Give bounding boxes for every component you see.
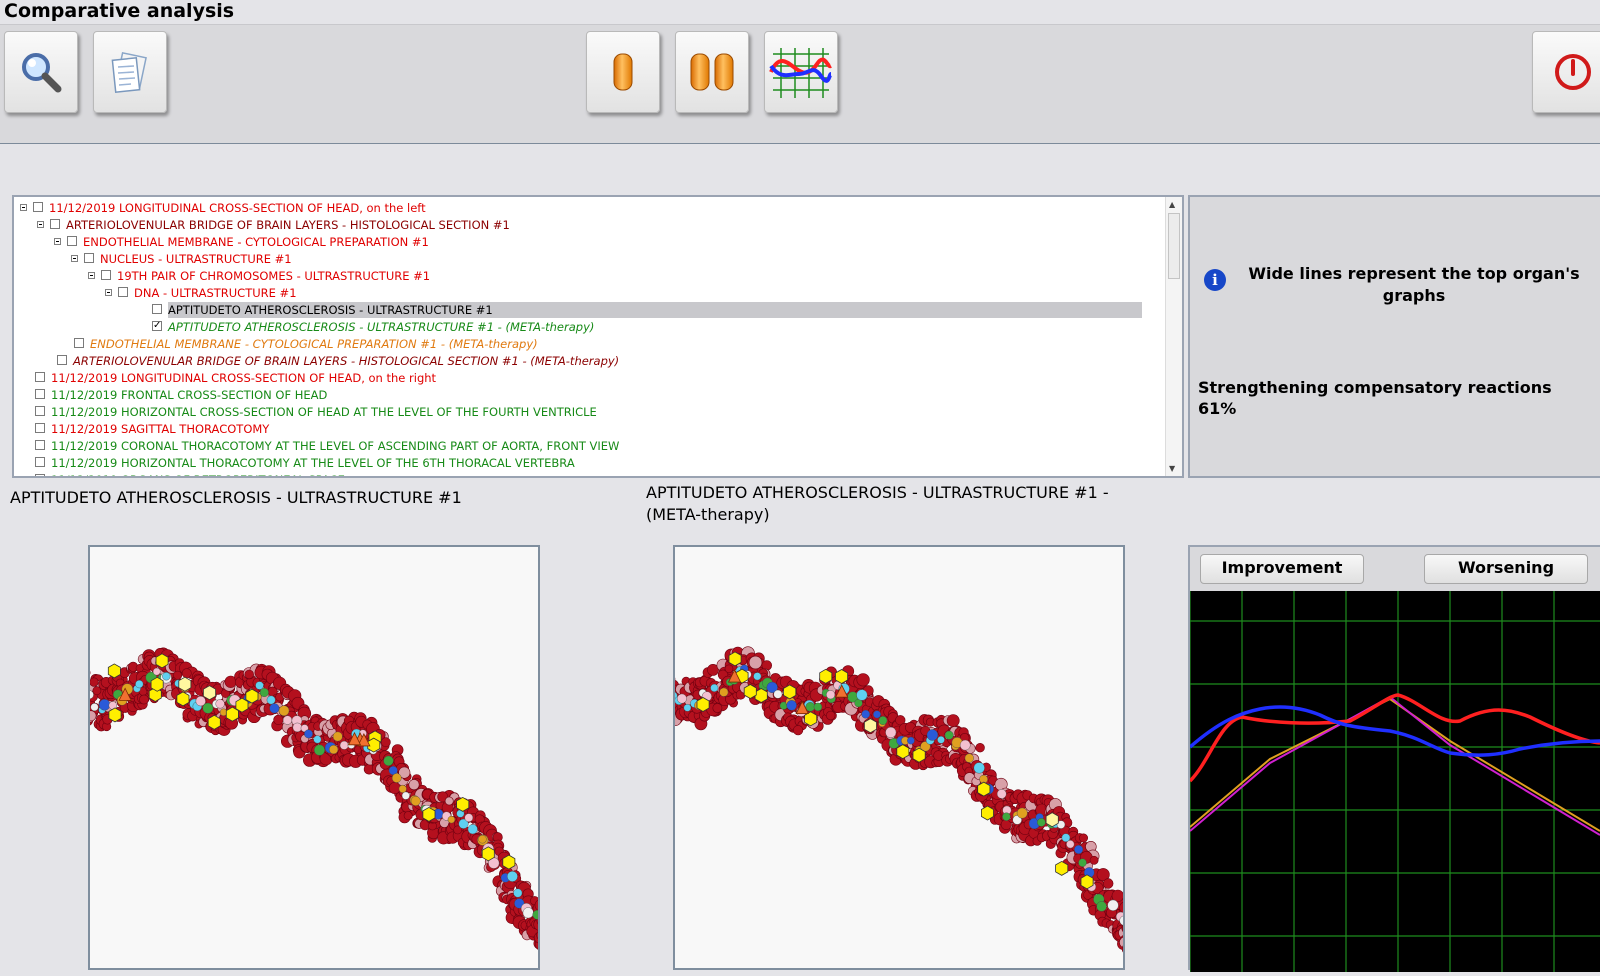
right-image-title: APTITUDETO ATHEROSCLEROSIS - ULTRASTRUCT… (646, 482, 1109, 526)
tree-checkbox[interactable] (35, 406, 45, 416)
status-percent: 61% (1198, 398, 1588, 419)
tree-row-label: NUCLEUS - ULTRASTRUCTURE #1 (100, 251, 292, 267)
tree-row[interactable]: 11/12/2019 ORGANS OF RETROPERITONEAL SPA… (14, 472, 1164, 478)
tree-row-label: ARTERIOLOVENULAR BRIDGE OF BRAIN LAYERS … (66, 217, 510, 233)
tree-row[interactable]: ENDOTHELIAL MEMBRANE - CYTOLOGICAL PREPA… (14, 234, 1164, 250)
tree-checkbox[interactable] (118, 287, 128, 297)
spectrum-graph (1190, 591, 1600, 972)
tree-checkbox[interactable] (35, 474, 45, 478)
tree-checkbox[interactable] (35, 457, 45, 467)
window-title: Comparative analysis (4, 0, 234, 22)
tree-checkbox[interactable] (35, 389, 45, 399)
scroll-thumb[interactable] (1168, 213, 1180, 279)
graph-icon (769, 44, 833, 100)
tree-row-label: 11/12/2019 ORGANS OF RETROPERITONEAL SPA… (51, 472, 345, 478)
tree-checkbox[interactable] (35, 372, 45, 382)
dna-ultrastructure-meta-image (675, 547, 1123, 968)
tree-checkbox[interactable] (67, 236, 77, 246)
tree-row[interactable]: 11/12/2019 CORONAL THORACOTOMY AT THE LE… (14, 438, 1164, 454)
tree-row[interactable]: ARTERIOLOVENULAR BRIDGE OF BRAIN LAYERS … (14, 353, 1164, 369)
tree-row-label: 19TH PAIR OF CHROMOSOMES - ULTRASTRUCTUR… (117, 268, 430, 284)
right-image-title-line2: (META-therapy) (646, 504, 1109, 526)
worsening-button[interactable]: Worsening (1424, 554, 1588, 584)
tree-row-label: 11/12/2019 LONGITUDINAL CROSS-SECTION OF… (49, 200, 426, 216)
info-icon: i (1204, 269, 1226, 291)
graph-button[interactable] (764, 31, 838, 113)
dual-capsule-icon (685, 47, 739, 97)
status-text: Strengthening compensatory reactions 61% (1198, 377, 1588, 419)
tree-row-label: ARTERIOLOVENULAR BRIDGE OF BRAIN LAYERS … (73, 353, 619, 369)
improvement-button[interactable]: Improvement (1200, 554, 1364, 584)
tree-checkbox[interactable] (74, 338, 84, 348)
tree-row-label: 11/12/2019 CORONAL THORACOTOMY AT THE LE… (51, 438, 619, 454)
single-capsule-icon (598, 47, 648, 97)
right-image-viewer[interactable] (673, 545, 1125, 970)
info-note: Wide lines represent the top organ's gra… (1240, 263, 1588, 307)
right-image-title-line1: APTITUDETO ATHEROSCLEROSIS - ULTRASTRUCT… (646, 482, 1109, 504)
tree-row[interactable]: 11/12/2019 FRONTAL CROSS-SECTION OF HEAD (14, 387, 1164, 403)
power-icon (1550, 49, 1596, 95)
tree-row[interactable]: APTITUDETO ATHEROSCLEROSIS - ULTRASTRUCT… (14, 302, 1164, 318)
tree-checkbox[interactable] (50, 219, 60, 229)
tree-checkbox[interactable] (35, 440, 45, 450)
tree-row-label: ENDOTHELIAL MEMBRANE - CYTOLOGICAL PREPA… (83, 234, 429, 250)
graph-series-red (1190, 695, 1600, 781)
tree-row[interactable]: 11/12/2019 LONGITUDINAL CROSS-SECTION OF… (14, 200, 1164, 216)
clipboard-button[interactable] (93, 31, 167, 113)
organ-tree[interactable]: 11/12/2019 LONGITUDINAL CROSS-SECTION OF… (12, 195, 1184, 478)
left-image-title: APTITUDETO ATHEROSCLEROSIS - ULTRASTRUCT… (10, 487, 462, 509)
tree-checkbox[interactable] (152, 321, 162, 331)
tree-row[interactable]: ENDOTHELIAL MEMBRANE - CYTOLOGICAL PREPA… (14, 336, 1164, 352)
tree-checkbox[interactable] (33, 202, 43, 212)
tree-row[interactable]: 11/12/2019 SAGITTAL THORACOTOMY (14, 421, 1164, 437)
left-image-viewer[interactable] (88, 545, 540, 970)
title-bar: Comparative analysis (0, 0, 1600, 25)
tree-row[interactable]: DNA - ULTRASTRUCTURE #1 (14, 285, 1164, 301)
graph-panel: Improvement Worsening (1188, 545, 1600, 970)
exit-button[interactable] (1532, 31, 1600, 113)
tree-row[interactable]: 11/12/2019 HORIZONTAL THORACOTOMY AT THE… (14, 455, 1164, 471)
search-button[interactable] (4, 31, 78, 113)
tree-row-label: 11/12/2019 HORIZONTAL THORACOTOMY AT THE… (51, 455, 575, 471)
single-view-button[interactable] (586, 31, 660, 113)
scroll-up-arrow[interactable]: ▲ (1169, 200, 1175, 209)
tree-scrollbar[interactable]: ▲ ▼ (1165, 197, 1182, 476)
tree-row[interactable]: 11/12/2019 HORIZONTAL CROSS-SECTION OF H… (14, 404, 1164, 420)
tree-row[interactable]: APTITUDETO ATHEROSCLEROSIS - ULTRASTRUCT… (14, 319, 1164, 335)
clipboard-icon (105, 47, 155, 97)
tree-row[interactable]: 11/12/2019 LONGITUDINAL CROSS-SECTION OF… (14, 370, 1164, 386)
graph-series-blue (1190, 707, 1600, 755)
tree-row-label: 11/12/2019 SAGITTAL THORACOTOMY (51, 421, 269, 437)
tree-row-label: 11/12/2019 HORIZONTAL CROSS-SECTION OF H… (51, 404, 597, 420)
tree-row-label: ENDOTHELIAL MEMBRANE - CYTOLOGICAL PREPA… (90, 336, 538, 352)
tree-expander[interactable] (105, 289, 112, 296)
tree-checkbox[interactable] (101, 270, 111, 280)
dual-view-button[interactable] (675, 31, 749, 113)
tree-row-label: 11/12/2019 LONGITUDINAL CROSS-SECTION OF… (51, 370, 436, 386)
scroll-down-arrow[interactable]: ▼ (1169, 464, 1175, 473)
tree-row[interactable]: NUCLEUS - ULTRASTRUCTURE #1 (14, 251, 1164, 267)
tree-checkbox[interactable] (84, 253, 94, 263)
tree-expander[interactable] (88, 272, 95, 279)
tree-checkbox[interactable] (152, 304, 162, 314)
info-panel: i Wide lines represent the top organ's g… (1188, 195, 1600, 478)
tree-expander[interactable] (71, 255, 78, 262)
tree-row-label: APTITUDETO ATHEROSCLEROSIS - ULTRASTRUCT… (168, 302, 1142, 318)
tree-expander[interactable] (37, 221, 44, 228)
tree-row-label: 11/12/2019 FRONTAL CROSS-SECTION OF HEAD (51, 387, 327, 403)
magnifier-icon (16, 47, 66, 97)
toolbar (0, 25, 1600, 144)
tree-checkbox[interactable] (57, 355, 67, 365)
dna-ultrastructure-image (90, 547, 538, 968)
tree-row[interactable]: 19TH PAIR OF CHROMOSOMES - ULTRASTRUCTUR… (14, 268, 1164, 284)
tree-row-label: DNA - ULTRASTRUCTURE #1 (134, 285, 297, 301)
tree-checkbox[interactable] (35, 423, 45, 433)
tree-row-label: APTITUDETO ATHEROSCLEROSIS - ULTRASTRUCT… (168, 319, 594, 335)
tree-expander[interactable] (20, 204, 27, 211)
tree-row[interactable]: ARTERIOLOVENULAR BRIDGE OF BRAIN LAYERS … (14, 217, 1164, 233)
tree-expander[interactable] (54, 238, 61, 245)
status-label: Strengthening compensatory reactions (1198, 377, 1588, 398)
